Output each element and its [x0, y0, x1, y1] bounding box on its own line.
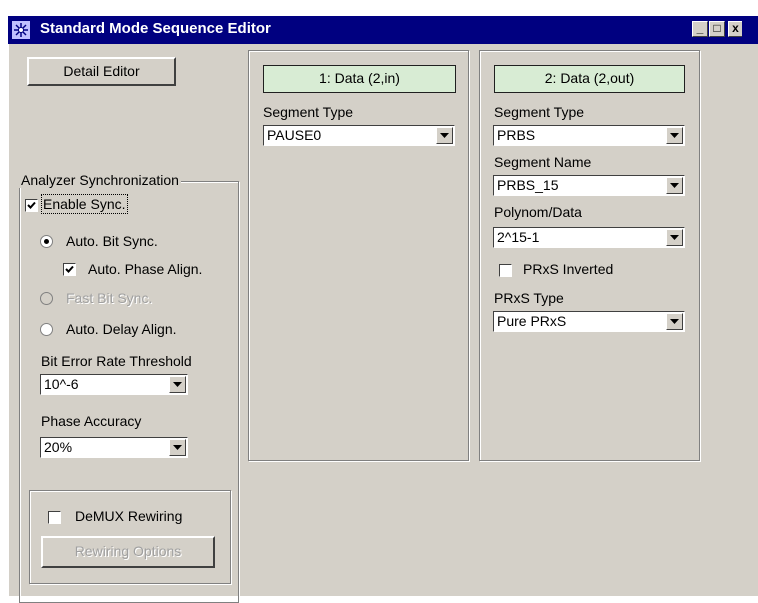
rewiring-options-label: Rewiring Options — [74, 543, 182, 559]
dropdown-arrow-icon[interactable] — [666, 229, 683, 246]
minimize-button[interactable]: _ — [692, 21, 708, 37]
app-icon[interactable] — [12, 21, 30, 39]
detail-editor-button[interactable]: Detail Editor — [27, 57, 176, 86]
segment-2-polynom-value: 2^15-1 — [497, 229, 540, 245]
segment-1-header: 1: Data (2,in) — [263, 65, 456, 93]
detail-editor-label: Detail Editor — [63, 63, 140, 79]
check-icon — [65, 265, 74, 273]
segment-2-type-select[interactable]: PRBS — [493, 125, 685, 146]
dropdown-arrow-icon[interactable] — [666, 313, 683, 330]
prxs-type-select[interactable]: Pure PRxS — [493, 311, 685, 332]
phase-accuracy-label: Phase Accuracy — [41, 413, 142, 429]
dropdown-arrow-icon[interactable] — [436, 127, 453, 144]
auto-delay-align-label[interactable]: Auto. Delay Align. — [66, 321, 177, 337]
prxs-type-value: Pure PRxS — [497, 313, 567, 329]
auto-bit-sync-radio[interactable] — [40, 235, 53, 248]
dropdown-arrow-icon[interactable] — [169, 376, 186, 393]
enable-sync-label[interactable]: Enable Sync. — [41, 194, 128, 214]
segment-2-type-value: PRBS — [497, 127, 536, 143]
auto-bit-sync-label[interactable]: Auto. Bit Sync. — [66, 233, 158, 249]
fast-bit-sync-label: Fast Bit Sync. — [66, 290, 153, 306]
demux-rewiring-checkbox[interactable] — [48, 511, 61, 524]
auto-phase-align-checkbox[interactable] — [63, 263, 76, 276]
radio-selected-dot — [44, 239, 49, 244]
rewiring-options-button: Rewiring Options — [41, 536, 215, 568]
segment-1-type-select[interactable]: PAUSE0 — [263, 125, 455, 146]
ber-threshold-label: Bit Error Rate Threshold — [41, 353, 192, 369]
prxs-inverted-checkbox[interactable] — [499, 264, 512, 277]
ber-threshold-value: 10^-6 — [44, 376, 79, 392]
phase-accuracy-value: 20% — [44, 439, 73, 455]
enable-sync-checkbox[interactable] — [25, 199, 38, 212]
segment-2-name-label: Segment Name — [494, 154, 592, 170]
segment-2-type-label: Segment Type — [494, 104, 585, 120]
segment-2-polynom-select[interactable]: 2^15-1 — [493, 227, 685, 248]
close-icon: x — [732, 21, 739, 35]
maximize-button[interactable]: □ — [709, 21, 725, 37]
window-title: Standard Mode Sequence Editor — [40, 20, 271, 37]
maximize-icon: □ — [713, 21, 721, 35]
segment-2-name-select[interactable]: PRBS_15 — [493, 175, 685, 196]
auto-delay-align-radio[interactable] — [40, 323, 53, 336]
dropdown-arrow-icon[interactable] — [666, 127, 683, 144]
minimize-icon: _ — [696, 21, 704, 35]
close-button[interactable]: x — [728, 21, 742, 37]
segment-2-name-value: PRBS_15 — [497, 177, 559, 193]
analyzer-sync-label: Analyzer Synchronization — [19, 172, 181, 188]
ber-threshold-select[interactable]: 10^-6 — [40, 374, 188, 395]
prxs-type-label: PRxS Type — [494, 290, 564, 306]
auto-phase-align-label[interactable]: Auto. Phase Align. — [88, 261, 202, 277]
segment-2-header: 2: Data (2,out) — [494, 65, 685, 93]
segment-2-polynom-label: Polynom/Data — [494, 204, 582, 220]
title-bar[interactable]: Standard Mode Sequence Editor _ □ x — [8, 16, 758, 44]
segment-1-type-label: Segment Type — [263, 104, 354, 120]
dropdown-arrow-icon[interactable] — [169, 439, 186, 456]
prxs-inverted-label[interactable]: PRxS Inverted — [523, 261, 613, 277]
check-icon — [27, 201, 36, 209]
demux-rewiring-label[interactable]: DeMUX Rewiring — [75, 508, 182, 524]
phase-accuracy-select[interactable]: 20% — [40, 437, 188, 458]
fast-bit-sync-radio — [40, 292, 53, 305]
segment-1-type-value: PAUSE0 — [267, 127, 322, 143]
dropdown-arrow-icon[interactable] — [666, 177, 683, 194]
